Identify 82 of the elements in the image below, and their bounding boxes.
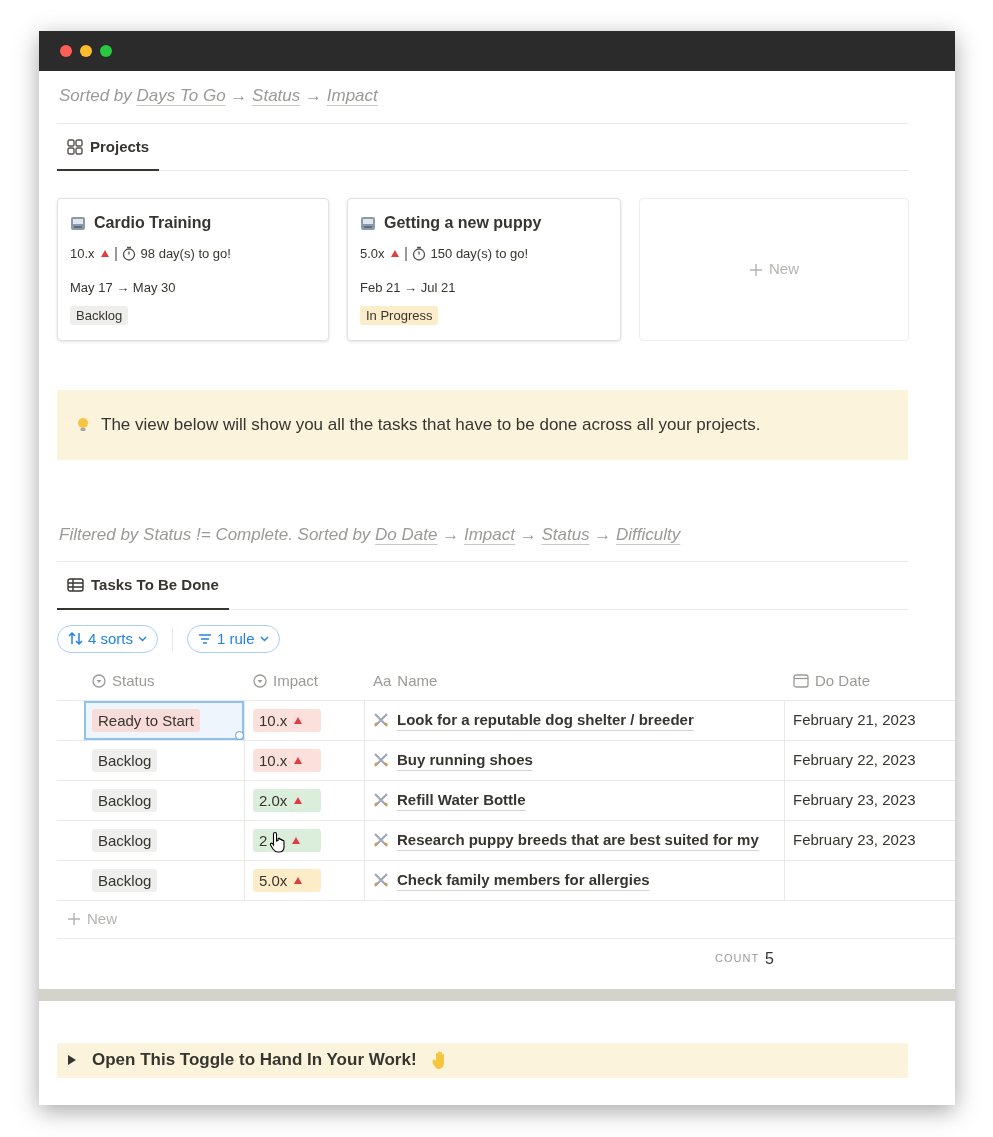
up-triangle-icon <box>293 715 304 725</box>
calendar-icon <box>793 673 809 689</box>
table-icon <box>67 577 84 594</box>
filter-icon <box>198 631 212 646</box>
up-triangle-icon <box>293 755 304 765</box>
up-triangle-icon <box>293 875 304 885</box>
status-tag: Backlog <box>92 748 158 772</box>
up-triangle-icon <box>389 249 400 259</box>
view-tab[interactable]: Projects <box>57 123 160 171</box>
callout-text: The view below will show you all the tasks that have to be done across all your projects. <box>101 414 761 436</box>
card-title: Getting a new puppy <box>384 213 542 233</box>
notebook-icon <box>70 215 86 231</box>
project-card[interactable]: Cardio Training 10.x 98 day(s) to go! May 17 → May 30 Backlog <box>57 198 329 341</box>
impact-value: 10.x <box>70 245 95 263</box>
sort-icon <box>68 631 83 646</box>
window-control-dot[interactable] <box>60 45 72 57</box>
divider-bar-icon <box>114 246 117 261</box>
toggle-block[interactable]: Open This Toggle to Hand In Your Work! <box>57 1042 908 1078</box>
status-cell[interactable]: Backlog <box>84 820 245 860</box>
light-bulb-icon <box>77 417 89 433</box>
up-triangle-icon <box>99 249 110 259</box>
up-triangle-icon <box>291 835 302 845</box>
sort-note: Sorted by Days To Go → Status → Impact <box>57 71 908 124</box>
impact-tag: 2.0x <box>253 788 321 812</box>
status-cell[interactable]: Ready to Start <box>84 700 245 740</box>
task-name[interactable]: Buy running shoes <box>397 748 533 772</box>
days-to-go: 98 day(s) to go! <box>140 245 231 263</box>
swords-icon <box>373 752 389 768</box>
triangle-icon <box>67 1054 78 1066</box>
property-type-label: Aa <box>373 670 392 691</box>
impact-tag: 10.x <box>253 708 321 732</box>
divider-bar-icon <box>404 246 407 261</box>
plus-icon <box>749 262 763 277</box>
date-text: February 21, 2023 <box>793 709 916 730</box>
chevron-down-icon <box>259 635 269 642</box>
task-name[interactable]: Check family members for allergies <box>397 868 650 892</box>
status-tag: Backlog <box>92 788 158 812</box>
date-text: February 22, 2023 <box>793 749 916 770</box>
filter-note: Filtered by Status != Complete. Sorted by Do Date → Impact → Status → Difficulty <box>57 509 908 562</box>
date-range: Feb 21 → Jul 21 <box>360 278 457 297</box>
notebook-icon <box>360 215 376 231</box>
status-tag: In Progress <box>360 306 439 325</box>
gallery-icon <box>67 138 83 155</box>
chevron-down-icon <box>138 635 147 642</box>
status-tag: Backlog <box>70 306 129 325</box>
count-label: COUNT <box>715 951 760 967</box>
swords-icon <box>373 832 389 848</box>
swords-icon <box>373 712 389 728</box>
status-cell[interactable]: Backlog <box>84 860 245 900</box>
filter-button[interactable]: 1 rule <box>187 624 280 653</box>
stopwatch-icon <box>411 246 426 262</box>
impact-tag: 5.0x <box>253 868 321 892</box>
plus-icon <box>67 912 81 926</box>
dropdown-circle-icon <box>253 674 267 688</box>
view-tab[interactable]: Tasks To Be Done <box>57 562 229 610</box>
status-tag: Ready to Start <box>92 708 200 732</box>
project-card[interactable]: Getting a new puppy 5.0x 150 day(s) to go! Feb 21 → Jul 21 In Progress <box>347 198 621 341</box>
window-control-dot[interactable] <box>80 45 92 57</box>
impact-value: 5.0x <box>360 245 385 263</box>
swords-icon <box>373 872 389 888</box>
dropdown-circle-icon <box>92 674 106 688</box>
card-title: Cardio Training <box>94 213 212 233</box>
count-value: 5 <box>765 948 774 969</box>
impact-tag: 10.x <box>253 748 321 772</box>
stopwatch-icon <box>121 246 136 262</box>
sort-button[interactable]: 4 sorts <box>57 624 158 653</box>
status-tag: Backlog <box>92 868 158 892</box>
task-name[interactable]: Research puppy breeds that are best suited for my <box>397 828 759 852</box>
status-tag: Backlog <box>92 828 158 852</box>
resize-handle[interactable] <box>235 730 244 740</box>
date-range: May 17 → May 30 <box>70 278 177 297</box>
swords-icon <box>373 792 389 808</box>
window-control-dot[interactable] <box>100 45 112 57</box>
task-name[interactable]: Look for a reputable dog shelter / breeder <box>397 708 694 732</box>
status-cell[interactable]: Backlog <box>84 780 245 820</box>
date-text: February 23, 2023 <box>793 789 916 810</box>
date-text: February 23, 2023 <box>793 829 916 850</box>
days-to-go: 150 day(s) to go! <box>430 245 529 263</box>
status-cell[interactable]: Backlog <box>84 740 245 780</box>
task-name[interactable]: Refill Water Bottle <box>397 788 526 812</box>
up-triangle-icon <box>293 795 304 805</box>
hand-icon <box>430 1050 446 1070</box>
